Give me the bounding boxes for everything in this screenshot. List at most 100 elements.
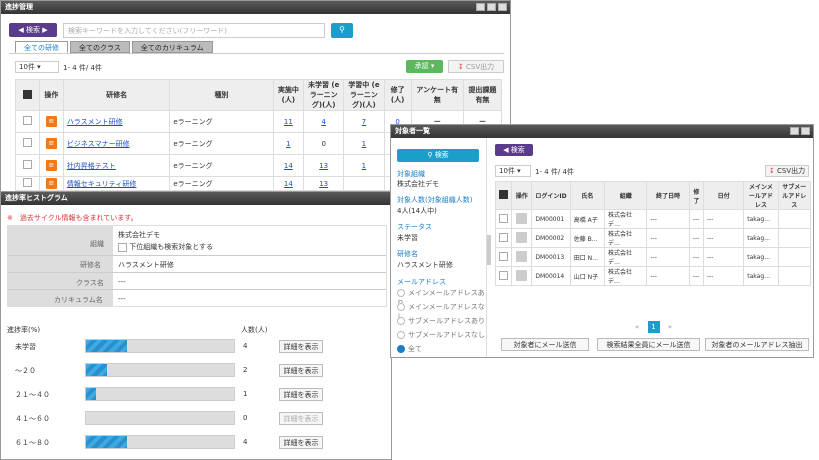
- row-checkbox[interactable]: [22, 178, 32, 187]
- table-header-row: 操作 ログインID 氏名 組織 終了日時 修了 日付 メインメールアドレス サブ…: [494, 181, 812, 210]
- show-detail-button[interactable]: 詳細を表示: [279, 364, 323, 377]
- tab-all-courses[interactable]: 全ての研修: [15, 41, 68, 53]
- row-checkbox[interactable]: [22, 160, 32, 169]
- type-cell: eラーニング: [169, 110, 274, 133]
- sidebar-scrollbar[interactable]: [487, 235, 491, 265]
- table-header-row: 操作 研修名 種別 実施中(人) 未学習 (eラーニング)(人) 学習中 (eラ…: [15, 79, 503, 111]
- name-cell: 山口 N子: [569, 266, 606, 286]
- course-name-cell: ハラスメント研修: [62, 110, 171, 133]
- not-started-link[interactable]: 13: [319, 180, 328, 188]
- tab-all-classes[interactable]: 全てのクラス: [70, 41, 130, 53]
- csv-export-button[interactable]: ↧ CSV出力: [765, 165, 809, 177]
- menu-icon[interactable]: [516, 231, 528, 243]
- learning-cell: 1: [343, 154, 385, 177]
- status-heading: ステータス: [397, 223, 432, 231]
- mail-option[interactable]: 全て: [397, 344, 422, 354]
- page-current[interactable]: 1: [647, 321, 660, 333]
- learning-link[interactable]: 1: [362, 140, 366, 148]
- select-all-header: [15, 79, 40, 111]
- hist-bar-fill: [86, 364, 107, 376]
- completed-cell: ---: [688, 228, 704, 248]
- not-started-link[interactable]: 4: [321, 118, 325, 126]
- minimize-icon[interactable]: [476, 3, 485, 11]
- show-detail-button[interactable]: 詳細を表示: [279, 412, 323, 425]
- approve-button[interactable]: 承認 ▾: [406, 60, 443, 73]
- end-date-cell: ---: [646, 266, 690, 286]
- show-detail-button[interactable]: 詳細を表示: [279, 388, 323, 401]
- show-detail-button[interactable]: 詳細を表示: [279, 436, 323, 449]
- hist-bar: [85, 387, 235, 401]
- row-checkbox[interactable]: [499, 270, 509, 280]
- close-icon[interactable]: [498, 3, 507, 11]
- window-title: 進捗率ヒストグラム: [5, 194, 68, 202]
- back-search-button[interactable]: ◀ 検索 ▶: [9, 23, 57, 37]
- hist-count: 4: [243, 438, 248, 446]
- name-cell: 佐藤 B…: [569, 228, 606, 248]
- radio-button[interactable]: [397, 303, 405, 311]
- search-button[interactable]: ⚲: [331, 23, 353, 38]
- result-count: 1- 4 件/ 4件: [63, 64, 102, 72]
- row-checkbox[interactable]: [22, 116, 32, 125]
- select-all-checkbox[interactable]: [22, 89, 32, 99]
- tab-all-curricula[interactable]: 全てのカリキュラム: [131, 41, 213, 53]
- people-column-header: 人数(人): [241, 326, 268, 334]
- close-icon[interactable]: [801, 127, 810, 135]
- course-link[interactable]: ビジネスマナー研修: [67, 140, 130, 148]
- radio-button[interactable]: [397, 289, 405, 297]
- send-mail-all-button[interactable]: 検索結果全員にメール送信: [597, 338, 700, 351]
- in-progress-link[interactable]: 1: [286, 140, 290, 148]
- back-label: 検索: [510, 146, 525, 154]
- csv-export-button[interactable]: ↧ CSV出力: [448, 60, 504, 73]
- menu-icon[interactable]: [516, 212, 528, 224]
- course-link[interactable]: 情報セキュリティ研修: [67, 180, 137, 188]
- extract-mail-button[interactable]: 対象者のメールアドレス抽出: [705, 338, 809, 351]
- hist-label: 未学習: [15, 343, 36, 351]
- learning-link[interactable]: 1: [362, 162, 366, 170]
- mail-option[interactable]: サブメールアドレスなし: [397, 330, 485, 340]
- org-cell: 株式会社デ…: [603, 266, 648, 286]
- menu-icon[interactable]: ≡: [45, 138, 57, 149]
- sidebar-search-button[interactable]: ⚲ 検索: [397, 149, 479, 162]
- type-cell: eラーニング: [169, 154, 274, 177]
- keyword-input[interactable]: 検索キーワードを入力してください(フリーワード): [63, 23, 325, 38]
- row-checkbox[interactable]: [499, 232, 509, 242]
- in-progress-link[interactable]: 11: [284, 118, 293, 126]
- row-checkbox[interactable]: [22, 138, 32, 147]
- course-link[interactable]: ハラスメント研修: [67, 118, 123, 126]
- menu-icon[interactable]: ≡: [45, 178, 57, 189]
- sub-org-checkbox[interactable]: [118, 242, 127, 252]
- row-select-cell: [494, 266, 513, 286]
- row-checkbox[interactable]: [499, 251, 509, 261]
- course-link[interactable]: 社内昇格テスト: [67, 162, 116, 170]
- radio-button[interactable]: [397, 331, 405, 339]
- row-checkbox[interactable]: [499, 213, 509, 223]
- row-select-cell: [15, 132, 40, 155]
- menu-icon[interactable]: ≡: [45, 160, 57, 171]
- send-mail-button[interactable]: 対象者にメール送信: [501, 338, 589, 351]
- radio-button[interactable]: [397, 317, 405, 325]
- sub-mail-cell: [777, 228, 812, 248]
- learning-link[interactable]: 7: [362, 118, 366, 126]
- menu-icon[interactable]: [516, 269, 528, 281]
- mail-option[interactable]: サブメールアドレスあり: [397, 316, 485, 326]
- hist-count: 0: [243, 414, 248, 422]
- csv-label: CSV出力: [776, 167, 806, 175]
- per-page-select[interactable]: 10件 ▾: [495, 165, 531, 177]
- restore-icon[interactable]: [487, 3, 496, 11]
- in-progress-link[interactable]: 14: [284, 162, 293, 170]
- course-name-cell: 社内昇格テスト: [62, 154, 171, 177]
- per-page-select[interactable]: 10件 ▾: [15, 61, 59, 73]
- show-detail-button[interactable]: 詳細を表示: [279, 340, 323, 353]
- menu-icon[interactable]: ≡: [45, 116, 57, 127]
- status-value: 未学習: [397, 234, 418, 242]
- window-controls: [476, 3, 507, 11]
- not-started-link[interactable]: 13: [319, 162, 328, 170]
- window-title: 対象者一覧: [395, 127, 430, 135]
- back-search-button[interactable]: ◀ 検索: [495, 144, 533, 156]
- search-icon: ⚲: [339, 25, 345, 34]
- minimize-icon[interactable]: [790, 127, 799, 135]
- in-progress-link[interactable]: 14: [284, 180, 293, 188]
- menu-icon[interactable]: [516, 250, 528, 262]
- select-all-checkbox[interactable]: [499, 190, 509, 199]
- radio-button[interactable]: [397, 345, 405, 353]
